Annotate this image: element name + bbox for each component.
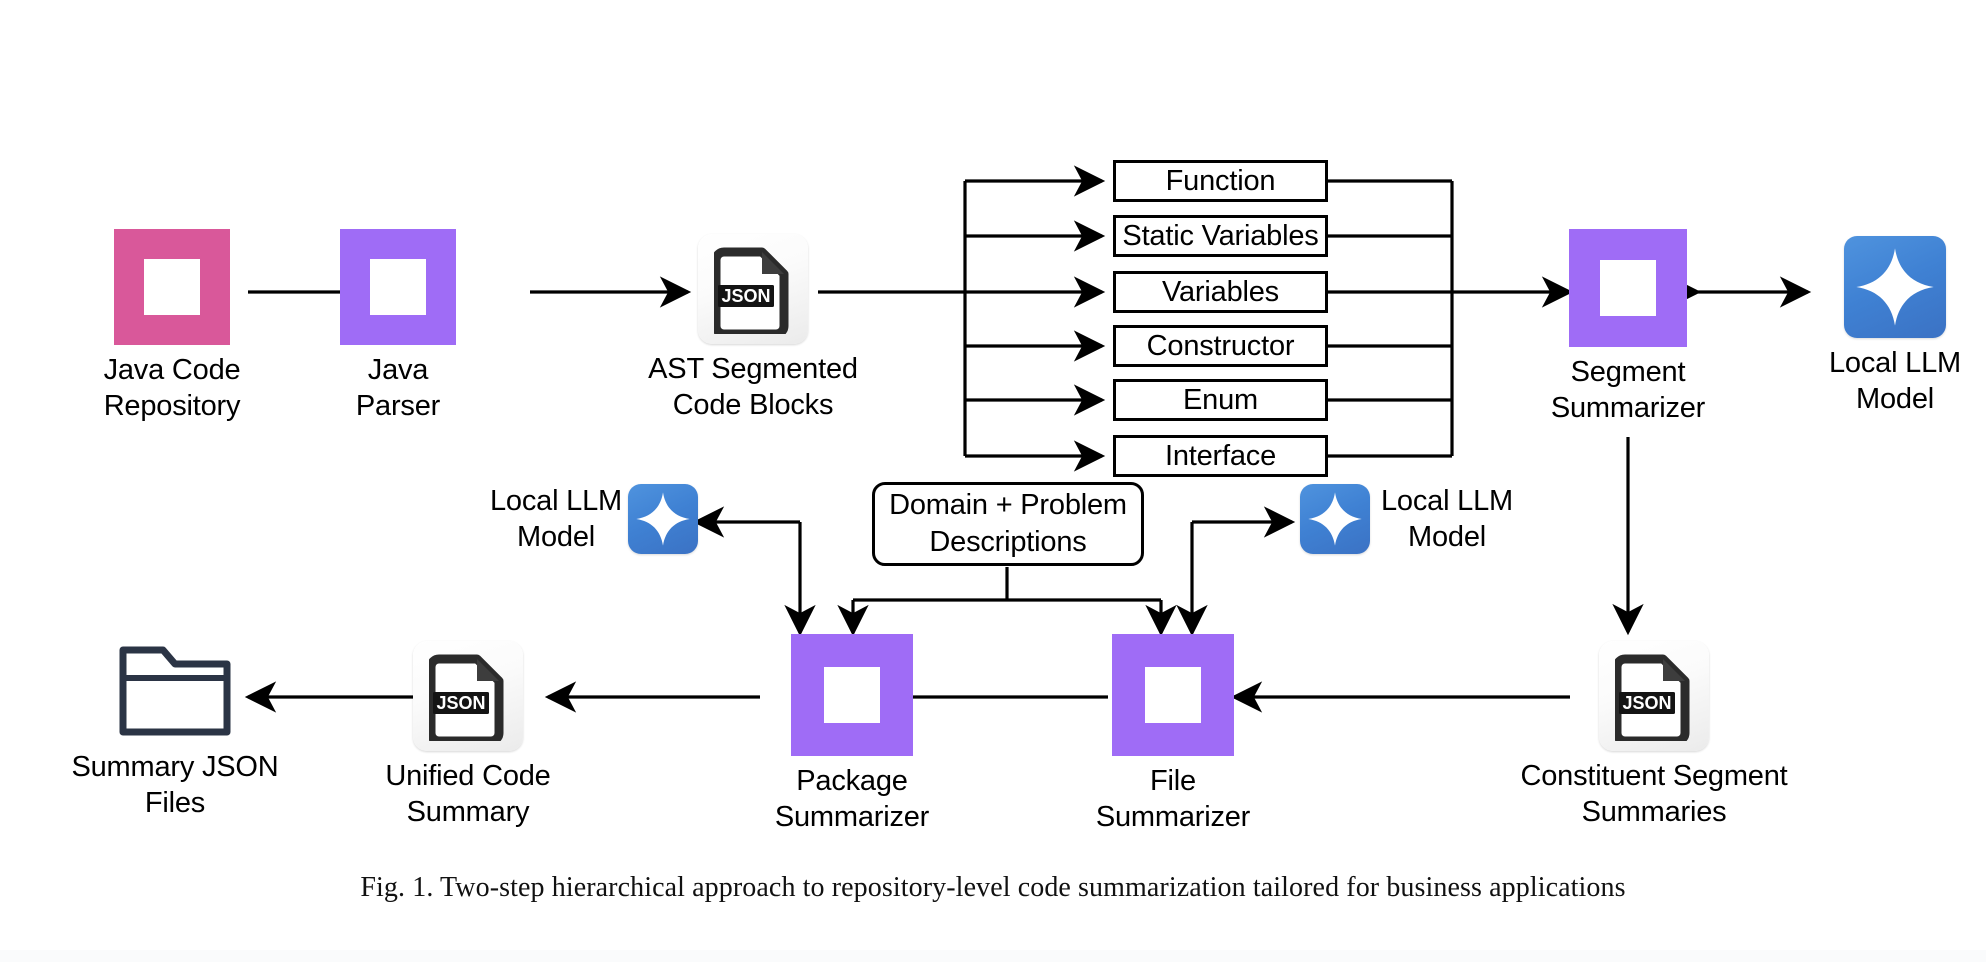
node-summary-json-files: Summary JSON Files <box>52 638 298 821</box>
node-label-file-summarizer: File Summarizer <box>1095 765 1251 833</box>
purple-square-frame-icon <box>340 229 456 345</box>
ast-category-label: Static Variables <box>1122 219 1319 252</box>
json-file-icon: JSON <box>413 641 523 751</box>
node-local-llm-model-top-right: Local LLM Model <box>1810 236 1980 417</box>
figure-canvas: Java Code Repository Java Parser JSON AS… <box>0 0 1986 962</box>
ast-category-box-enum[interactable]: Enum <box>1113 379 1328 421</box>
svg-text:JSON: JSON <box>721 286 770 306</box>
sparkle-icon <box>1844 236 1946 338</box>
node-java-parser: Java Parser <box>306 229 490 424</box>
purple-square-frame-icon <box>1112 634 1234 756</box>
node-unified-code-summary: JSON Unified Code Summary <box>366 641 570 830</box>
node-label-local-llm-model-top-right: Local LLM Model <box>1829 347 1961 415</box>
ast-category-box-constructor[interactable]: Constructor <box>1113 325 1328 367</box>
node-label-java-code-repository: Java Code Repository <box>103 354 241 422</box>
ast-category-label: Variables <box>1162 275 1279 308</box>
sparkle-icon <box>1300 484 1370 554</box>
svg-text:JSON: JSON <box>436 693 485 713</box>
page-bottom-band <box>0 950 1986 962</box>
folder-icon <box>117 638 233 742</box>
ast-category-label: Interface <box>1164 439 1277 472</box>
ast-category-box-static-variables[interactable]: Static Variables <box>1113 215 1328 257</box>
node-label-package-summarizer: Package Summarizer <box>774 765 930 833</box>
purple-square-frame-icon <box>791 634 913 756</box>
json-file-icon: JSON <box>1599 641 1709 751</box>
node-local-llm-model-file: Local LLM Model <box>1300 483 1522 555</box>
domain-problem-descriptions-label: Domain + Problem Descriptions <box>889 489 1127 558</box>
node-label-summary-json-files: Summary JSON Files <box>71 751 279 819</box>
node-label-local-llm-model-file: Local LLM Model <box>1381 485 1513 553</box>
figure-caption: Fig. 1. Two-step hierarchical approach t… <box>360 872 1626 903</box>
node-java-code-repository: Java Code Repository <box>64 229 280 424</box>
node-ast-segmented-code-blocks: JSON AST Segmented Code Blocks <box>640 234 866 423</box>
sparkle-icon <box>628 484 698 554</box>
node-local-llm-model-package: Local LLM Model <box>486 483 698 555</box>
ast-category-label: Enum <box>1183 383 1258 416</box>
node-label-segment-summarizer: Segment Summarizer <box>1550 356 1706 424</box>
pink-square-frame-icon <box>114 229 230 345</box>
node-constituent-segment-summaries: JSON Constituent Segment Summaries <box>1518 641 1790 830</box>
ast-category-box-variables[interactable]: Variables <box>1113 271 1328 313</box>
purple-square-frame-icon <box>1569 229 1687 347</box>
ast-category-box-interface[interactable]: Interface <box>1113 435 1328 477</box>
json-file-icon: JSON <box>698 234 808 344</box>
node-file-summarizer: File Summarizer <box>1096 634 1250 835</box>
node-label-unified-code-summary: Unified Code Summary <box>385 760 551 828</box>
ast-category-label: Function <box>1165 164 1276 197</box>
ast-category-label: Constructor <box>1146 329 1295 362</box>
ast-category-box-function[interactable]: Function <box>1113 160 1328 202</box>
node-label-local-llm-model-package: Local LLM Model <box>490 485 622 553</box>
svg-text:JSON: JSON <box>1622 693 1671 713</box>
node-label-java-parser: Java Parser <box>355 354 441 422</box>
node-label-constituent-segment-summaries: Constituent Segment Summaries <box>1520 760 1788 828</box>
domain-problem-descriptions-box[interactable]: Domain + Problem Descriptions <box>872 482 1144 566</box>
node-label-ast-segmented-code-blocks: AST Segmented Code Blocks <box>648 353 858 421</box>
node-package-summarizer: Package Summarizer <box>760 634 944 835</box>
node-segment-summarizer: Segment Summarizer <box>1548 229 1708 426</box>
